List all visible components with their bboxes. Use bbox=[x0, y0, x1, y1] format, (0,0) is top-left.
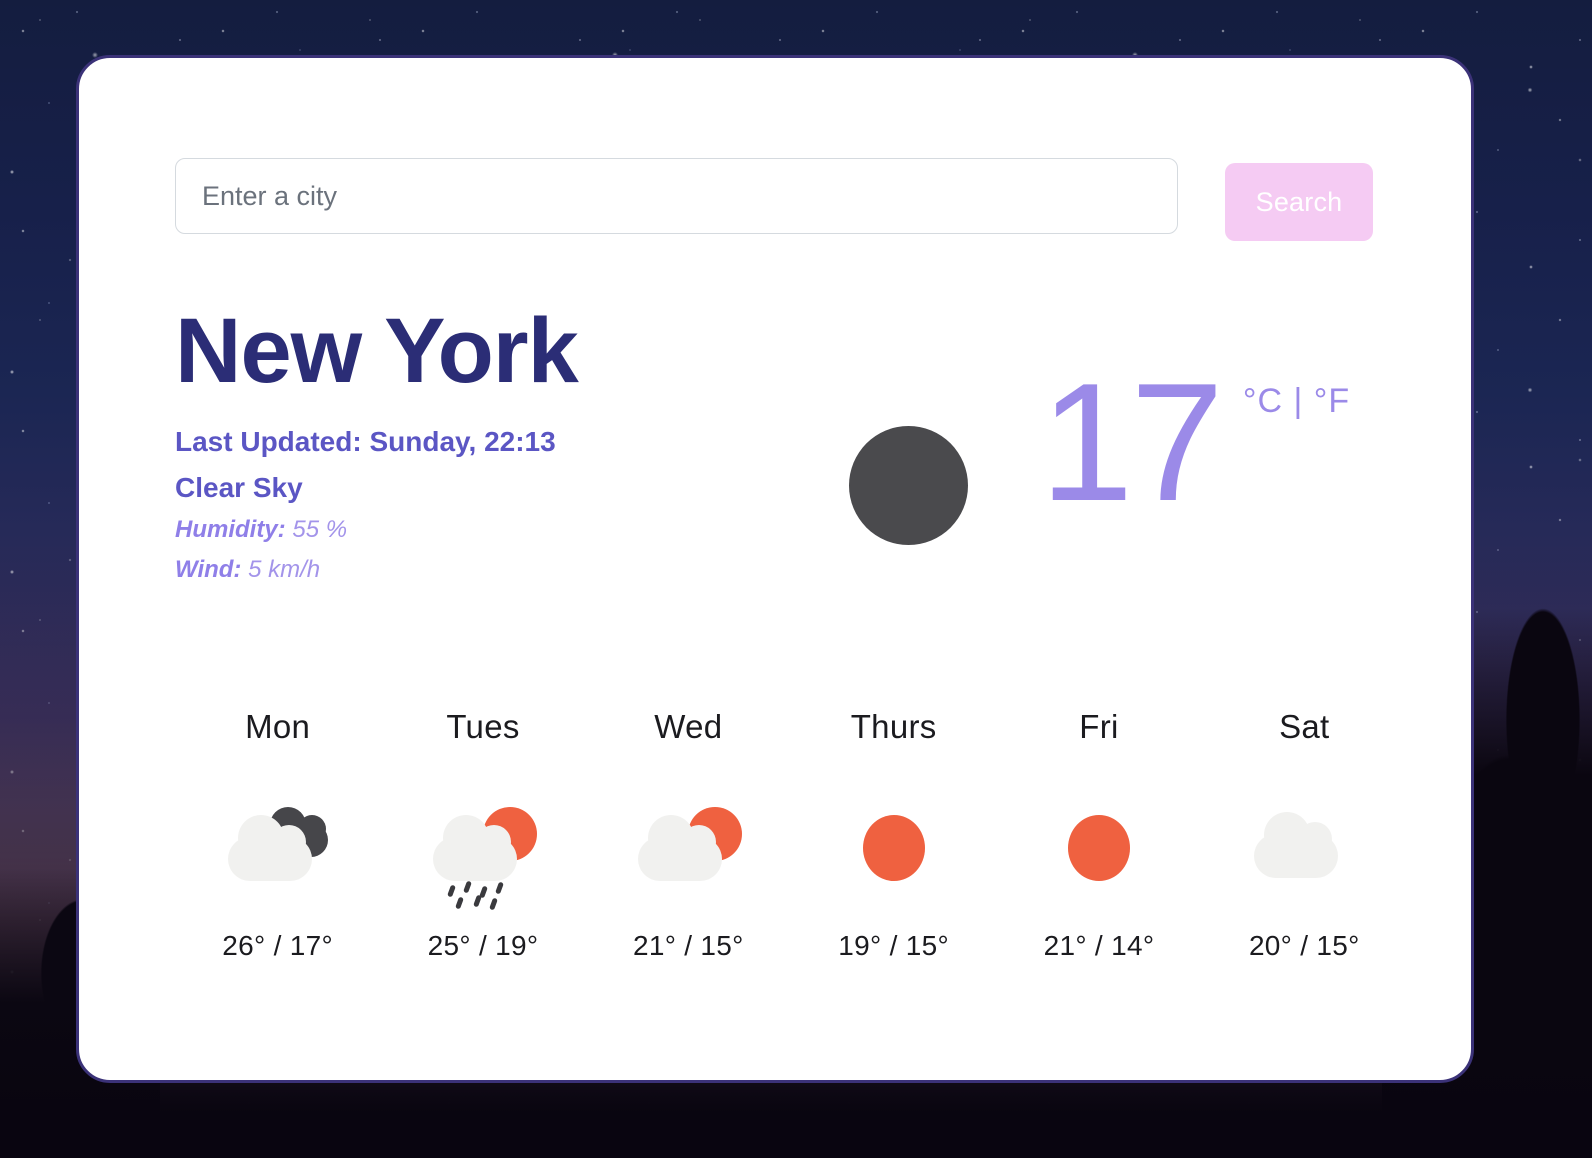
day-label: Wed bbox=[654, 708, 723, 745]
sun-shape bbox=[1067, 815, 1130, 881]
day-temps: 25° / 19° bbox=[427, 930, 539, 961]
day-label: Fri bbox=[1079, 708, 1119, 745]
day-temps: 21° / 14° bbox=[1043, 930, 1155, 961]
search-row: Search bbox=[175, 158, 1373, 241]
day-label: Sat bbox=[1279, 708, 1330, 745]
cloud-light-shape bbox=[432, 815, 517, 881]
day-temps: 19° / 15° bbox=[838, 930, 950, 961]
day-temps: 21° / 15° bbox=[632, 930, 744, 961]
night-clear-icon bbox=[849, 426, 968, 545]
forecast-row: Mon 26° / 17° Tues 25° / 19° Wed 21° / 1… bbox=[175, 708, 1407, 962]
forecast-day-fri: Fri 21° / 14° bbox=[996, 708, 1201, 962]
raindrops-shape bbox=[445, 880, 515, 911]
sun-cloud-icon bbox=[586, 788, 791, 908]
sun-icon bbox=[996, 788, 1201, 908]
day-label: Mon bbox=[245, 708, 311, 745]
day-label: Thurs bbox=[850, 708, 937, 745]
search-button[interactable]: Search bbox=[1225, 163, 1373, 241]
day-temps: 20° / 15° bbox=[1248, 930, 1360, 961]
cloud-light-shape bbox=[227, 815, 312, 881]
wind-value: 5 km/h bbox=[248, 555, 321, 583]
forecast-day-sat: Sat 20° / 15° bbox=[1202, 708, 1407, 962]
forecast-day-thurs: Thurs 19° / 15° bbox=[791, 708, 996, 962]
sun-cloud-rain-icon bbox=[380, 788, 585, 911]
overcast-clouds-icon bbox=[175, 788, 380, 908]
cloud-light-shape bbox=[1254, 812, 1339, 878]
humidity-value: 55 % bbox=[292, 515, 348, 543]
current-temperature: 17 bbox=[1040, 348, 1224, 536]
day-label: Tues bbox=[446, 708, 520, 745]
app-background: Search New York Last Updated: Sunday, 22… bbox=[0, 0, 1592, 1158]
temperature-cluster: 17 °C | °F bbox=[849, 358, 1350, 545]
forecast-day-mon: Mon 26° / 17° bbox=[175, 708, 380, 962]
humidity-label: Humidity: bbox=[175, 515, 286, 543]
wind-row: Wind: 5 km/h bbox=[175, 556, 1385, 584]
weather-card: Search New York Last Updated: Sunday, 22… bbox=[76, 55, 1474, 1083]
cloud-light-shape bbox=[638, 815, 723, 881]
day-temps: 26° / 17° bbox=[222, 930, 334, 961]
wind-label: Wind: bbox=[175, 555, 242, 583]
search-input[interactable] bbox=[175, 158, 1178, 234]
cloud-icon bbox=[1202, 788, 1407, 908]
sun-icon bbox=[791, 788, 996, 908]
unit-toggle[interactable]: °C | °F bbox=[1243, 382, 1350, 421]
sun-shape bbox=[862, 815, 925, 881]
forecast-day-tues: Tues 25° / 19° bbox=[380, 708, 585, 962]
forecast-day-wed: Wed 21° / 15° bbox=[586, 708, 791, 962]
